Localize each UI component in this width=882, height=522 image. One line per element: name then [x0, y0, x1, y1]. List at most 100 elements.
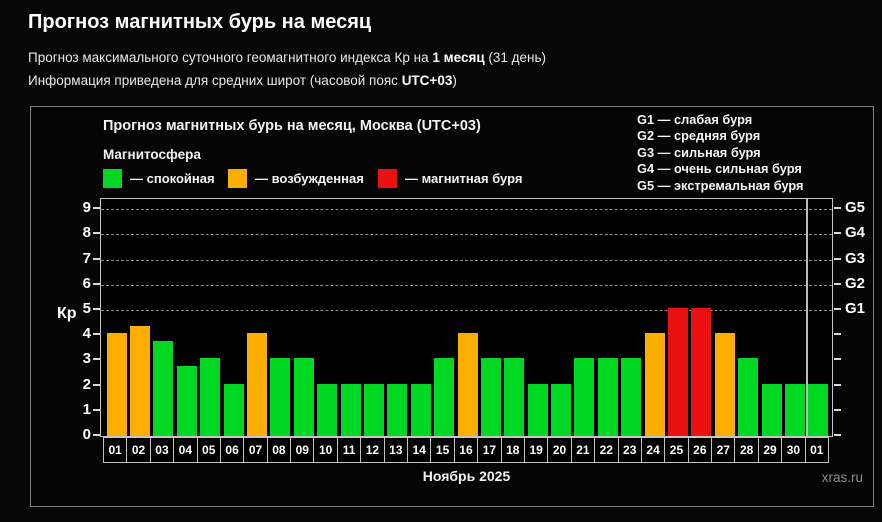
left-tick-mark: [93, 308, 100, 310]
day-label: 28: [734, 437, 758, 463]
page-title: Прогноз магнитных бурь на месяц: [28, 11, 371, 34]
g-scale-label: G2: [845, 275, 865, 292]
legend-item-excited: — возбужденная: [228, 169, 364, 188]
gridline-kp7: [101, 260, 832, 261]
right-tick-mark: [834, 232, 841, 234]
legend-label: — магнитная буря: [405, 171, 522, 186]
plot-area: [100, 198, 833, 437]
g3-legend-line: G3 — сильная буря: [637, 145, 804, 161]
gridline-kp8: [101, 234, 832, 235]
right-tick-mark: [834, 409, 841, 411]
kp-bar: [270, 358, 290, 436]
day-label: 25: [664, 437, 688, 463]
subtitle-1-bold: 1 месяц: [432, 50, 484, 65]
gridline-kp9: [101, 209, 832, 210]
kp-bar: [808, 384, 828, 436]
kp-bar: [434, 358, 454, 436]
kp-bar: [762, 384, 782, 436]
subtitle-line-2: Информация приведена для средних широт (…: [28, 73, 457, 88]
left-tick-mark: [93, 207, 100, 209]
kp-bar: [341, 384, 361, 436]
excited-color-swatch: [228, 169, 247, 188]
left-tick-mark: [93, 409, 100, 411]
y-tick-label: 2: [61, 376, 91, 393]
day-label: 21: [571, 437, 595, 463]
day-label: 10: [313, 437, 337, 463]
day-label: 11: [337, 437, 361, 463]
kp-bar: [551, 384, 571, 436]
x-axis-title: Ноябрь 2025: [100, 468, 833, 484]
legend-title: Магнитосфера: [103, 147, 201, 162]
day-label: 01: [805, 437, 829, 463]
kp-bar: [247, 333, 267, 436]
g-scale-label: G5: [845, 199, 865, 216]
y-tick-label: 3: [61, 350, 91, 367]
kp-bar: [668, 308, 688, 436]
subtitle-1-suffix: (31 день): [485, 50, 546, 65]
month-separator: [806, 199, 808, 436]
subtitle-2-bold: UTC+03: [402, 73, 453, 88]
kp-bar: [107, 333, 127, 436]
day-label: 24: [641, 437, 665, 463]
kp-bar: [458, 333, 478, 436]
subtitle-2-text: Информация приведена для средних широт (…: [28, 73, 402, 88]
day-label: 16: [454, 437, 478, 463]
watermark: xras.ru: [822, 470, 863, 485]
day-label: 22: [594, 437, 618, 463]
left-tick-mark: [93, 358, 100, 360]
left-tick-mark: [93, 232, 100, 234]
legend-item-quiet: — спокойная: [103, 169, 215, 188]
right-tick-mark: [834, 333, 841, 335]
kp-bar: [621, 358, 641, 436]
g2-legend-line: G2 — средняя буря: [637, 128, 804, 144]
y-tick-label: 8: [61, 224, 91, 241]
legend-item-storm: — магнитная буря: [378, 169, 522, 188]
g5-legend-line: G5 — экстремальная буря: [637, 178, 804, 194]
kp-bar: [294, 358, 314, 436]
left-tick-mark: [93, 384, 100, 386]
kp-bar: [411, 384, 431, 436]
chart-title: Прогноз магнитных бурь на месяц, Москва …: [103, 118, 481, 134]
left-tick-mark: [93, 434, 100, 436]
kp-bar: [364, 384, 384, 436]
kp-bar: [598, 358, 618, 436]
g-scale-label: G3: [845, 250, 865, 267]
y-tick-label: 1: [61, 401, 91, 418]
g4-legend-line: G4 — очень сильная буря: [637, 161, 804, 177]
day-label: 30: [781, 437, 805, 463]
y-tick-label: 5: [61, 300, 91, 317]
right-tick-mark: [834, 308, 841, 310]
kp-bar: [738, 358, 758, 436]
y-tick-label: 6: [61, 275, 91, 292]
kp-bar: [200, 358, 220, 436]
kp-bar: [481, 358, 501, 436]
chart-frame: Прогноз магнитных бурь на месяц, Москва …: [30, 106, 874, 507]
storm-scale-legend: G1 — слабая буря G2 — средняя буря G3 — …: [637, 112, 804, 194]
right-tick-mark: [834, 384, 841, 386]
legend-label: — возбужденная: [255, 171, 364, 186]
day-label: 18: [501, 437, 525, 463]
y-tick-label: 7: [61, 250, 91, 267]
day-label: 19: [524, 437, 548, 463]
right-tick-mark: [834, 434, 841, 436]
kp-bar: [715, 333, 735, 436]
right-tick-mark: [834, 207, 841, 209]
y-tick-label: 9: [61, 199, 91, 216]
quiet-color-swatch: [103, 169, 122, 188]
kp-bar: [387, 384, 407, 436]
kp-bar: [528, 384, 548, 436]
subtitle-2-suffix: ): [452, 73, 457, 88]
kp-bar: [130, 326, 150, 436]
kp-bar: [785, 384, 805, 436]
subtitle-line-1: Прогноз максимального суточного геомагни…: [28, 50, 546, 65]
day-label: 04: [173, 437, 197, 463]
day-label: 01: [103, 437, 127, 463]
kp-bar: [153, 341, 173, 436]
day-label: 12: [360, 437, 384, 463]
kp-bar: [177, 366, 197, 436]
day-label: 14: [407, 437, 431, 463]
kp-bar: [645, 333, 665, 436]
day-label: 15: [430, 437, 454, 463]
kp-bar: [691, 308, 711, 436]
day-label: 07: [243, 437, 267, 463]
